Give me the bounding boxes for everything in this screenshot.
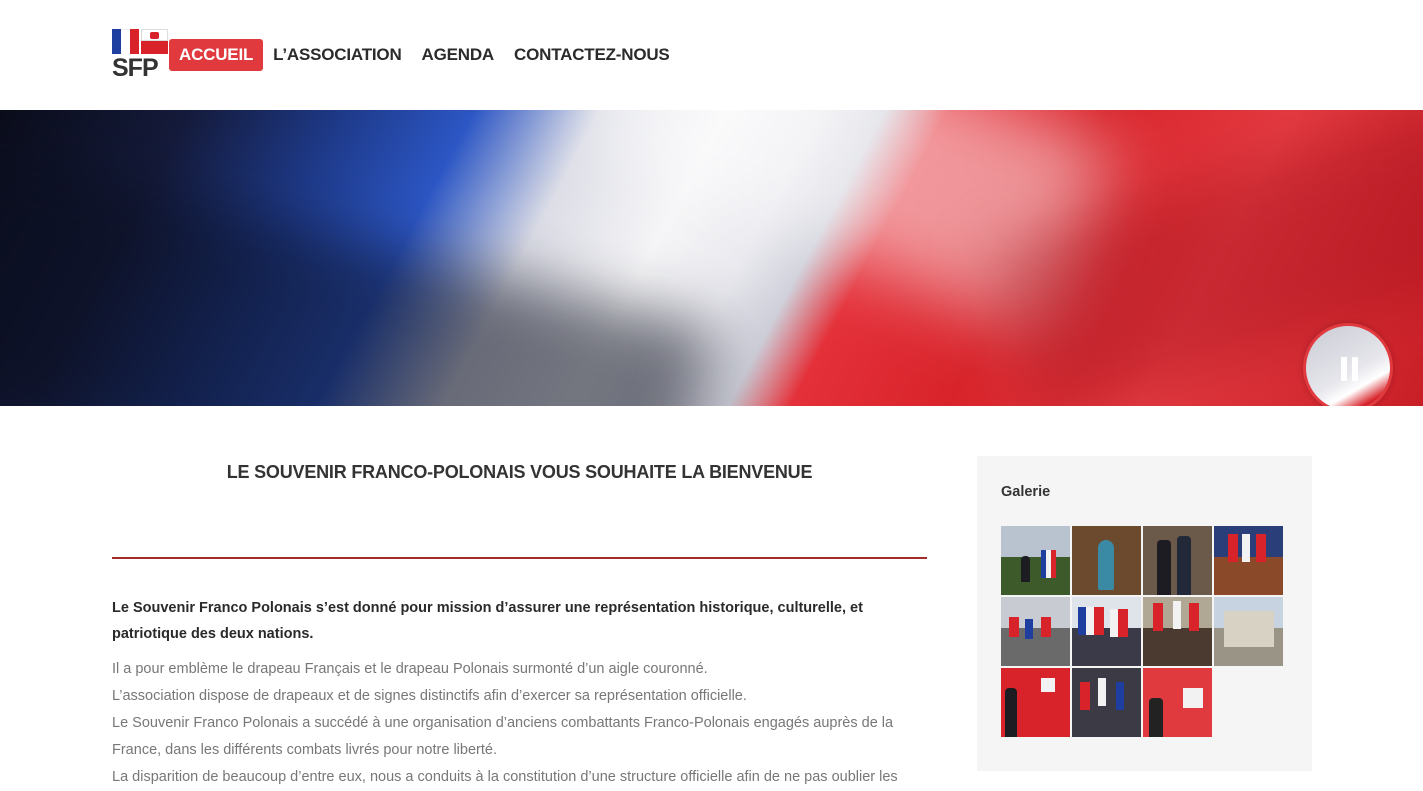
mission-statement: Le Souvenir Franco Polonais s’est donné … — [112, 600, 863, 642]
logo-french-flag-blue — [112, 29, 121, 54]
hero-banner-french-flag — [0, 110, 1423, 406]
gallery-thumbnail[interactable] — [1143, 597, 1212, 666]
site-header: SFP ACCUEIL L’ASSOCIATION AGENDA CONTACT… — [0, 0, 1423, 110]
gallery-thumbnail[interactable] — [1143, 668, 1212, 737]
gallery-thumbnail[interactable] — [1072, 668, 1141, 737]
gallery-thumbnail[interactable] — [1072, 597, 1141, 666]
gallery-thumbnail[interactable] — [1214, 597, 1283, 666]
site-logo[interactable]: SFP — [112, 29, 169, 82]
eagle-icon — [150, 32, 159, 39]
gallery-thumbnail[interactable] — [1001, 668, 1070, 737]
pause-icon — [1341, 357, 1347, 381]
paragraph: L’association dispose de drapeaux et de … — [112, 688, 747, 704]
gallery-thumbnail[interactable] — [1001, 597, 1070, 666]
nav-item-accueil[interactable]: ACCUEIL — [169, 39, 264, 71]
nav-item-agenda[interactable]: AGENDA — [412, 39, 504, 71]
gallery-thumbnail[interactable] — [1214, 526, 1283, 595]
gallery-thumbnail[interactable] — [1001, 526, 1070, 595]
logo-polish-flag-red — [141, 41, 168, 54]
logo-french-flag-white — [121, 29, 130, 55]
logo-text: SFP — [112, 54, 159, 82]
paragraph: Le Souvenir Franco Polonais a succédé à … — [112, 715, 894, 758]
gallery-thumbnail[interactable] — [1072, 526, 1141, 595]
logo-french-flag-red — [130, 29, 139, 54]
gallery-title: Galerie — [1001, 484, 1051, 500]
divider — [112, 557, 927, 559]
nav-item-association[interactable]: L’ASSOCIATION — [263, 39, 411, 71]
body-text: Il a pour emblème le drapeau Français et… — [112, 656, 927, 791]
slider-pause-button[interactable] — [1303, 323, 1393, 406]
gallery-thumbnail[interactable] — [1143, 526, 1212, 595]
paragraph: La disparition de beaucoup d’entre eux, … — [112, 769, 898, 785]
nav-item-contact[interactable]: CONTACTEZ-NOUS — [504, 39, 680, 71]
paragraph: Il a pour emblème le drapeau Français et… — [112, 661, 708, 677]
main-navigation: ACCUEIL L’ASSOCIATION AGENDA CONTACTEZ-N… — [169, 39, 680, 71]
sidebar-gallery-widget: Galerie — [977, 456, 1312, 771]
page-title: LE SOUVENIR FRANCO-POLONAIS VOUS SOUHAIT… — [226, 462, 813, 482]
